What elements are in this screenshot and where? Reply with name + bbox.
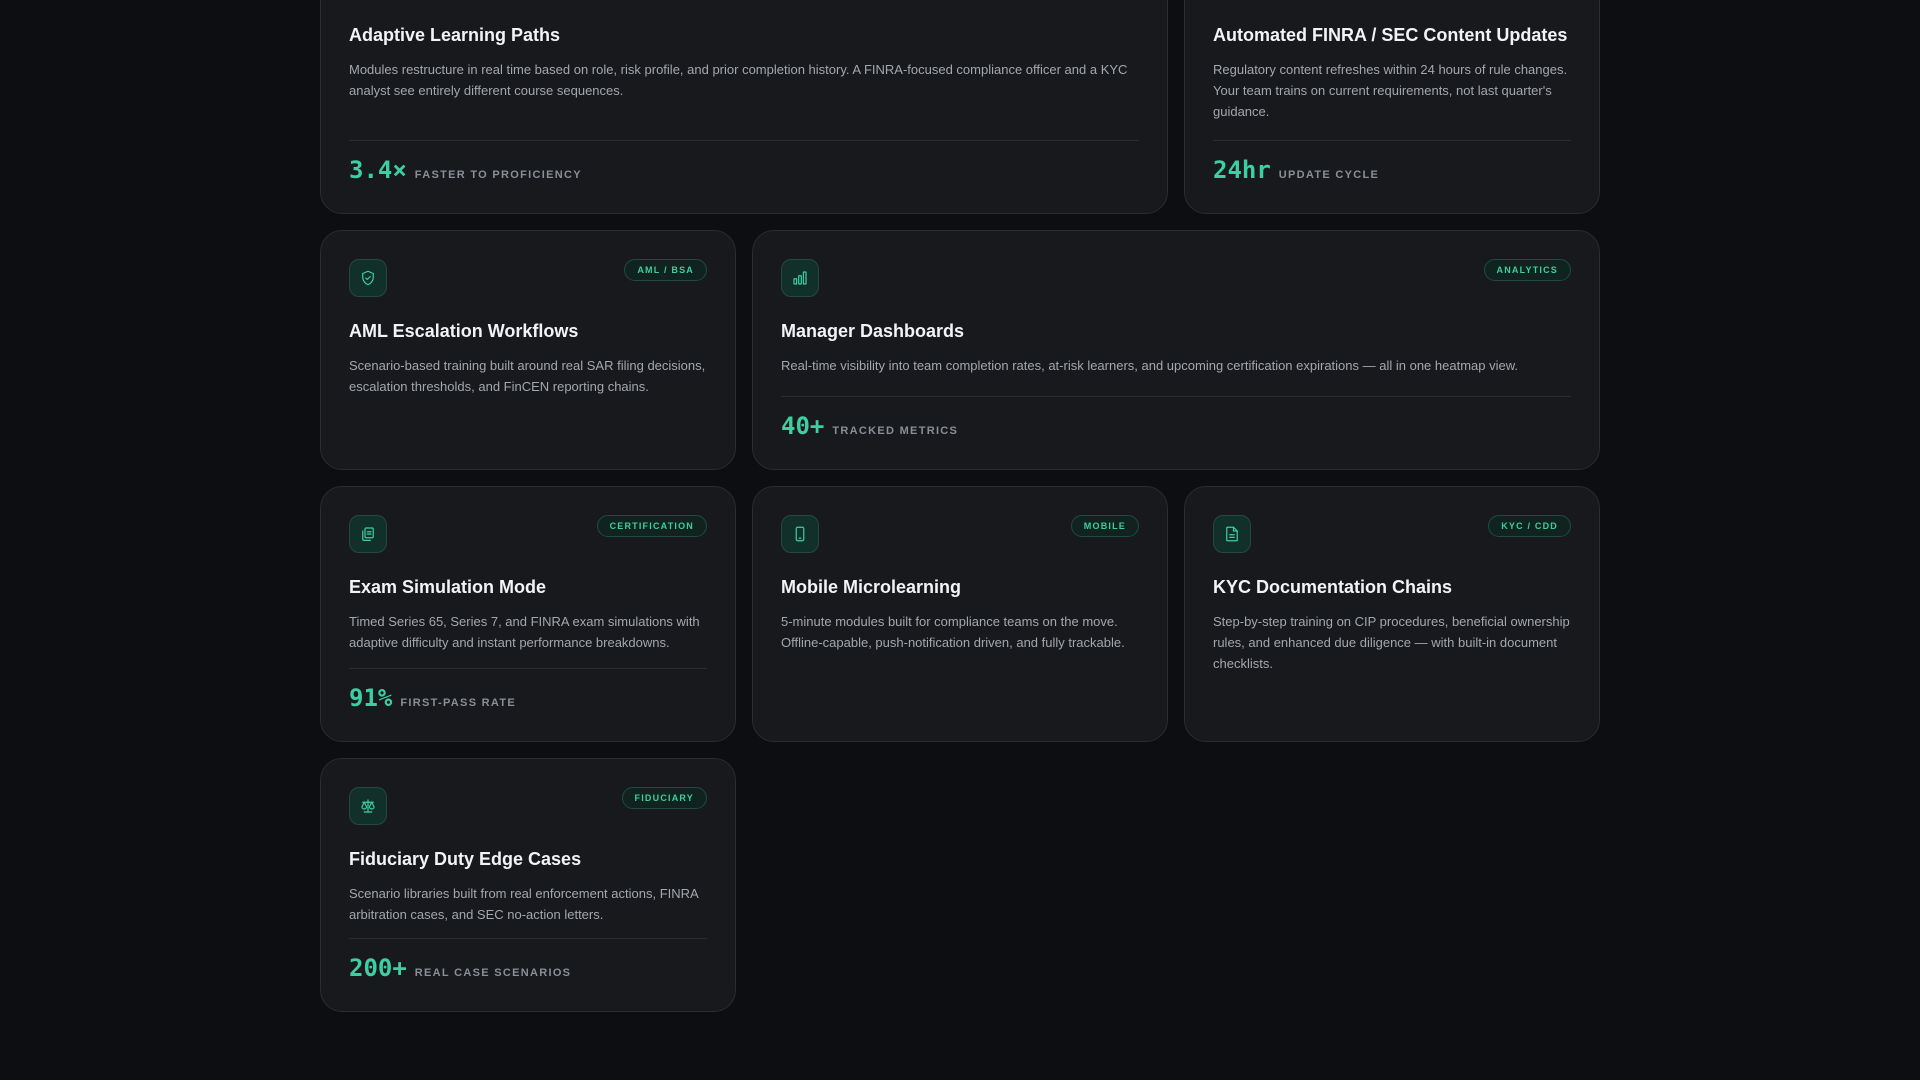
document-icon <box>1213 515 1251 553</box>
card-title: Adaptive Learning Paths <box>349 25 561 45</box>
stat-value: 40+ <box>781 412 825 440</box>
card-header: AML / BSA <box>349 259 707 299</box>
card-header: ANALYTICS <box>781 259 1571 299</box>
category-badge: ANALYTICS <box>1483 259 1571 281</box>
card-title: Automated FINRA / SEC Content Updates <box>1213 25 1568 45</box>
card-description: Scenario-based training built around rea… <box>349 358 706 394</box>
stat-label: TRACKED METRICS <box>832 425 959 437</box>
card-description: Real-time visibility into team completio… <box>781 358 1518 373</box>
card-header: KYC / CDD <box>1213 515 1571 555</box>
card-stat: 200+ REAL CASE SCENARIOS <box>349 938 707 983</box>
category-badge: FIDUCIARY <box>621 787 707 809</box>
card-title: Manager Dashboards <box>781 321 965 341</box>
card-title: Fiduciary Duty Edge Cases <box>349 849 582 869</box>
stat-label: FASTER TO PROFICIENCY <box>414 169 582 181</box>
card-stat: 91% FIRST-PASS RATE <box>349 668 707 713</box>
card-title: AML Escalation Workflows <box>349 321 579 341</box>
feature-card-content-updates: Automated FINRA / SEC Content Updates Re… <box>1184 0 1600 214</box>
feature-card-fiduciary-duty: FIDUCIARY Fiduciary Duty Edge Cases Scen… <box>320 758 736 1012</box>
category-badge: MOBILE <box>1070 515 1139 537</box>
card-title: KYC Documentation Chains <box>1213 577 1453 597</box>
stat-label: REAL CASE SCENARIOS <box>414 967 572 979</box>
card-title: Exam Simulation Mode <box>349 577 547 597</box>
feature-card-manager-dashboards: ANALYTICS Manager Dashboards Real-time v… <box>752 230 1600 470</box>
card-description: Timed Series 65, Series 7, and FINRA exa… <box>349 614 700 650</box>
scales-icon <box>349 787 387 825</box>
stat-value: 3.4× <box>349 156 407 184</box>
feature-card-mobile-microlearning: MOBILE Mobile Microlearning 5-minute mod… <box>752 486 1168 742</box>
category-badge: AML / BSA <box>624 259 707 281</box>
bar-chart-icon <box>781 259 819 297</box>
stat-value: 91% <box>349 684 393 712</box>
stat-value: 200+ <box>349 954 407 982</box>
category-badge: CERTIFICATION <box>596 515 707 537</box>
stat-value: 24hr <box>1213 156 1271 184</box>
card-description: Step-by-step training on CIP procedures,… <box>1213 614 1570 671</box>
stat-label: FIRST-PASS RATE <box>400 697 517 709</box>
card-description: Regulatory content refreshes within 24 h… <box>1213 62 1568 119</box>
card-description: Scenario libraries built from real enfor… <box>349 886 698 922</box>
smartphone-icon <box>781 515 819 553</box>
card-stat: 24hr UPDATE CYCLE <box>1213 140 1571 185</box>
feature-card-exam-simulation: CERTIFICATION Exam Simulation Mode Timed… <box>320 486 736 742</box>
category-badge: KYC / CDD <box>1488 515 1571 537</box>
shield-check-icon <box>349 259 387 297</box>
card-description: Modules restructure in real time based o… <box>349 62 1128 98</box>
card-header: MOBILE <box>781 515 1139 555</box>
card-stat: 40+ TRACKED METRICS <box>781 396 1571 441</box>
feature-card-kyc-documentation: KYC / CDD KYC Documentation Chains Step-… <box>1184 486 1600 742</box>
card-header: FIDUCIARY <box>349 787 707 827</box>
card-title: Mobile Microlearning <box>781 577 962 597</box>
feature-card-aml-escalation: AML / BSA AML Escalation Workflows Scena… <box>320 230 736 470</box>
card-stat: 3.4× FASTER TO PROFICIENCY <box>349 140 1139 185</box>
feature-card-adaptive-learning: Adaptive Learning Paths Modules restruct… <box>320 0 1168 214</box>
card-description: 5-minute modules built for compliance te… <box>781 614 1125 650</box>
clipboard-copy-icon <box>349 515 387 553</box>
feature-grid: Adaptive Learning Paths Modules restruct… <box>0 0 1920 1080</box>
stat-label: UPDATE CYCLE <box>1278 169 1380 181</box>
card-header: CERTIFICATION <box>349 515 707 555</box>
